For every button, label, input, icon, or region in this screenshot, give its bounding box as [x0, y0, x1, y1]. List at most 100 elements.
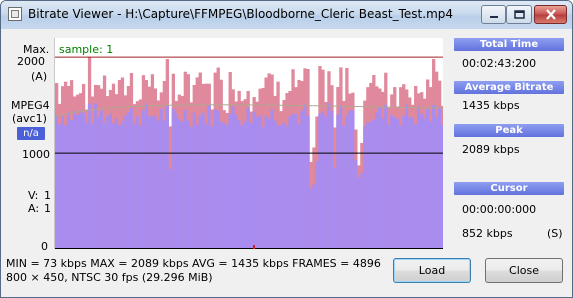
- bitrate-bar: [207, 104, 211, 249]
- bitrate-bar: [210, 126, 214, 249]
- bitrate-bar: [282, 122, 286, 249]
- bitrate-bar: [213, 109, 217, 249]
- codec-sub-label: (avc1): [12, 112, 47, 125]
- bitrate-bar: [318, 113, 322, 249]
- bitrate-bar: [279, 125, 283, 249]
- bitrate-bar: [159, 108, 164, 249]
- bitrate-bar: [363, 126, 367, 249]
- bitrate-bar: [99, 110, 104, 249]
- bitrate-bar: [399, 125, 403, 249]
- bitrate-bar: [234, 114, 238, 249]
- mid-tick-label: 1000: [22, 148, 50, 161]
- bitrate-bar: [417, 105, 421, 249]
- bitrate-bar: [123, 115, 128, 249]
- bitrate-bar: [276, 125, 280, 249]
- bitrate-bar: [96, 116, 101, 249]
- bitrate-bar: [219, 121, 223, 249]
- bitrate-bar: [348, 110, 352, 249]
- bitrate-bar: [342, 125, 346, 249]
- bitrate-graph: [55, 56, 443, 249]
- bitrate-viewer-window: Bitrate Viewer - H:\Capture\FFMPEG\Blood…: [0, 0, 573, 298]
- bitrate-bar: [81, 113, 86, 249]
- bitrate-bar: [84, 122, 89, 249]
- bitrate-bar: [303, 104, 307, 249]
- bitrate-bar: [414, 124, 418, 249]
- bitrate-bar: [336, 114, 340, 249]
- bitrate-bar: [180, 121, 184, 249]
- bitrate-bar: [354, 160, 358, 249]
- bitrate-bar: [183, 110, 187, 249]
- bitrate-bar: [72, 110, 77, 249]
- bitrate-bar: [321, 111, 325, 249]
- bitrate-bar: [291, 113, 295, 249]
- bitrate-bar: [375, 112, 379, 249]
- bitrate-bar: [261, 126, 265, 249]
- maximize-button[interactable]: [506, 5, 532, 24]
- bitrate-bar: [258, 115, 262, 249]
- close-icon: [545, 9, 556, 20]
- bitrate-bar: [390, 115, 394, 249]
- close-button[interactable]: Close: [485, 258, 563, 283]
- bitrate-bar: [315, 161, 319, 249]
- zero-tick-label: 0: [41, 240, 48, 253]
- bitrate-bar: [57, 124, 62, 249]
- bitrate-bar: [55, 114, 59, 249]
- bitrate-bar: [102, 122, 107, 249]
- audio-value: 1: [44, 202, 51, 215]
- bitrate-bar: [294, 114, 298, 249]
- bitrate-bar: [216, 110, 220, 249]
- bitrate-bar: [441, 125, 443, 249]
- bitrate-bar: [231, 106, 235, 249]
- bitrate-bar: [90, 124, 95, 249]
- codec-label: MPEG4: [11, 99, 50, 112]
- bitrate-bar: [153, 115, 158, 249]
- max-value-label: 2000: [17, 55, 45, 68]
- video-value: 1: [44, 189, 51, 202]
- bitrate-bar: [252, 111, 256, 249]
- bitrate-bar: [339, 105, 343, 249]
- bitrate-bar: [426, 108, 430, 249]
- bitrate-bar: [135, 115, 140, 249]
- bitrate-bar: [120, 121, 125, 249]
- bitrate-bar: [222, 122, 226, 249]
- cursor-time-value: 00:00:00:000: [462, 203, 537, 216]
- minimize-button[interactable]: [481, 5, 506, 24]
- bitrate-bar: [330, 110, 334, 249]
- app-icon: [8, 7, 22, 21]
- sample-label: sample: 1: [59, 43, 114, 56]
- bitrate-plot[interactable]: sample: 1: [54, 38, 443, 249]
- minimize-icon: [489, 15, 498, 18]
- bitrate-bar: [240, 125, 244, 249]
- bitrate-bar: [435, 117, 439, 249]
- bitrate-bar: [384, 104, 388, 249]
- average-bitrate-header: Average Bitrate: [454, 81, 564, 94]
- bitrate-bar: [108, 113, 113, 249]
- bitrate-bar: [168, 169, 172, 249]
- bitrate-bar: [402, 115, 406, 249]
- peak-header: Peak: [454, 124, 564, 137]
- maximize-icon: [513, 9, 525, 19]
- bitrate-bar: [192, 112, 196, 249]
- title-bar[interactable]: Bitrate Viewer - H:\Capture\FFMPEG\Blood…: [1, 1, 572, 29]
- bitrate-bar: [243, 121, 247, 249]
- close-window-button[interactable]: [534, 5, 567, 24]
- bitrate-bar: [87, 103, 92, 249]
- average-bitrate-value: 1435 kbps: [462, 99, 520, 112]
- bitrate-bar: [75, 114, 80, 249]
- bitrate-bar: [174, 113, 178, 249]
- load-button[interactable]: Load: [393, 258, 471, 283]
- bitrate-bar: [162, 120, 167, 249]
- peak-value: 2089 kbps: [462, 143, 520, 156]
- bitrate-bar: [189, 127, 193, 249]
- bitrate-bar: [204, 124, 208, 249]
- bitrate-bar: [78, 110, 83, 249]
- bitrate-bar: [177, 119, 181, 249]
- bitrate-bar: [147, 116, 152, 249]
- bitrate-bar: [267, 118, 271, 249]
- bitrate-bar: [369, 121, 373, 249]
- bitrate-bar: [93, 103, 98, 249]
- total-time-value: 00:02:43:200: [462, 57, 537, 70]
- bitrate-bar: [378, 106, 382, 249]
- bitrate-bar: [246, 107, 250, 249]
- cursor-rate-flag: (S): [547, 227, 563, 240]
